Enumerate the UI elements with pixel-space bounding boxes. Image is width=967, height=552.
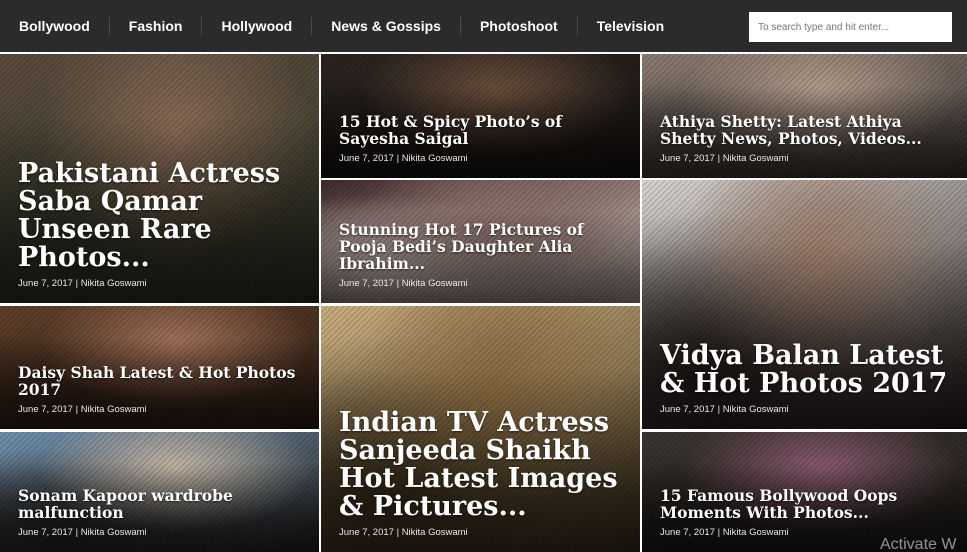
search-input[interactable] xyxy=(749,12,952,42)
post-date: June 7, 2017 xyxy=(18,404,73,415)
post-meta: June 7, 2017 | Nikita Goswami xyxy=(18,404,147,415)
post-author[interactable]: Nikita Goswami xyxy=(402,527,468,538)
nav-item-television[interactable]: Television xyxy=(578,17,683,35)
post-date: June 7, 2017 xyxy=(339,153,394,164)
post-tile[interactable]: Pakistani Actress Saba Qamar Unseen Rare… xyxy=(0,54,319,303)
post-caption: Daisy Shah Latest & Hot Photos 2017 June… xyxy=(18,364,305,415)
nav-item-bollywood[interactable]: Bollywood xyxy=(0,17,110,35)
post-caption: Stunning Hot 17 Pictures of Pooja Bedi’s… xyxy=(339,221,626,289)
post-caption: Sonam Kapoor wardrobe malfunction June 7… xyxy=(18,487,305,538)
nav-item-photoshoot[interactable]: Photoshoot xyxy=(461,17,578,35)
post-meta: June 7, 2017 | Nikita Goswami xyxy=(660,153,789,164)
post-date: June 7, 2017 xyxy=(339,527,394,538)
post-author[interactable]: Nikita Goswami xyxy=(723,404,789,415)
post-tile[interactable]: Vidya Balan Latest & Hot Photos 2017 Jun… xyxy=(642,180,967,429)
post-caption: Indian TV Actress Sanjeeda Shaikh Hot La… xyxy=(339,409,626,539)
post-meta: June 7, 2017 | Nikita Goswami xyxy=(339,278,468,289)
post-caption: 15 Famous Bollywood Oops Moments With Ph… xyxy=(660,487,953,538)
post-date: June 7, 2017 xyxy=(18,527,73,538)
top-navigation-bar: Bollywood Fashion Hollywood News & Gossi… xyxy=(0,0,967,52)
post-title[interactable]: Indian TV Actress Sanjeeda Shaikh Hot La… xyxy=(339,409,626,521)
post-caption: 15 Hot & Spicy Photo’s of Sayesha Saigal… xyxy=(339,113,626,164)
nav-menu: Bollywood Fashion Hollywood News & Gossi… xyxy=(0,0,683,52)
post-tile[interactable]: Athiya Shetty: Latest Athiya Shetty News… xyxy=(642,54,967,178)
post-meta: June 7, 2017 | Nikita Goswami xyxy=(18,278,147,289)
post-title[interactable]: Stunning Hot 17 Pictures of Pooja Bedi’s… xyxy=(339,221,626,272)
post-title[interactable]: Sonam Kapoor wardrobe malfunction xyxy=(18,487,305,521)
post-tile[interactable]: Stunning Hot 17 Pictures of Pooja Bedi’s… xyxy=(321,180,640,303)
nav-item-news-gossips[interactable]: News & Gossips xyxy=(312,17,461,35)
activate-windows-watermark: Activate W xyxy=(880,536,957,552)
post-tile[interactable]: Sonam Kapoor wardrobe malfunction June 7… xyxy=(0,432,319,552)
post-meta: June 7, 2017 | Nikita Goswami xyxy=(660,404,789,415)
post-meta: June 7, 2017 | Nikita Goswami xyxy=(339,527,468,538)
post-date: June 7, 2017 xyxy=(18,278,73,289)
post-author[interactable]: Nikita Goswami xyxy=(81,527,147,538)
post-author[interactable]: Nikita Goswami xyxy=(723,527,789,538)
post-title[interactable]: 15 Hot & Spicy Photo’s of Sayesha Saigal xyxy=(339,113,626,147)
post-author[interactable]: Nikita Goswami xyxy=(402,278,468,289)
post-author[interactable]: Nikita Goswami xyxy=(723,153,789,164)
post-date: June 7, 2017 xyxy=(660,153,715,164)
post-caption: Vidya Balan Latest & Hot Photos 2017 Jun… xyxy=(660,342,953,416)
post-caption: Pakistani Actress Saba Qamar Unseen Rare… xyxy=(18,160,305,290)
post-title[interactable]: Vidya Balan Latest & Hot Photos 2017 xyxy=(660,342,953,398)
post-date: June 7, 2017 xyxy=(660,527,715,538)
post-tile[interactable]: Indian TV Actress Sanjeeda Shaikh Hot La… xyxy=(321,306,640,552)
nav-item-hollywood[interactable]: Hollywood xyxy=(202,17,313,35)
post-title[interactable]: Daisy Shah Latest & Hot Photos 2017 xyxy=(18,364,305,398)
post-date: June 7, 2017 xyxy=(339,278,394,289)
post-caption: Athiya Shetty: Latest Athiya Shetty News… xyxy=(660,113,953,164)
featured-posts-grid: Pakistani Actress Saba Qamar Unseen Rare… xyxy=(0,52,967,552)
post-date: June 7, 2017 xyxy=(660,404,715,415)
post-tile[interactable]: 15 Famous Bollywood Oops Moments With Ph… xyxy=(642,432,967,552)
post-title[interactable]: Athiya Shetty: Latest Athiya Shetty News… xyxy=(660,113,953,147)
post-author[interactable]: Nikita Goswami xyxy=(81,404,147,415)
post-title[interactable]: Pakistani Actress Saba Qamar Unseen Rare… xyxy=(18,160,305,272)
post-author[interactable]: Nikita Goswami xyxy=(402,153,468,164)
post-meta: June 7, 2017 | Nikita Goswami xyxy=(339,153,468,164)
post-tile[interactable]: 15 Hot & Spicy Photo’s of Sayesha Saigal… xyxy=(321,54,640,178)
post-title[interactable]: 15 Famous Bollywood Oops Moments With Ph… xyxy=(660,487,953,521)
post-meta: June 7, 2017 | Nikita Goswami xyxy=(18,527,147,538)
post-tile[interactable]: Daisy Shah Latest & Hot Photos 2017 June… xyxy=(0,306,319,429)
nav-item-fashion[interactable]: Fashion xyxy=(110,17,203,35)
post-author[interactable]: Nikita Goswami xyxy=(81,278,147,289)
